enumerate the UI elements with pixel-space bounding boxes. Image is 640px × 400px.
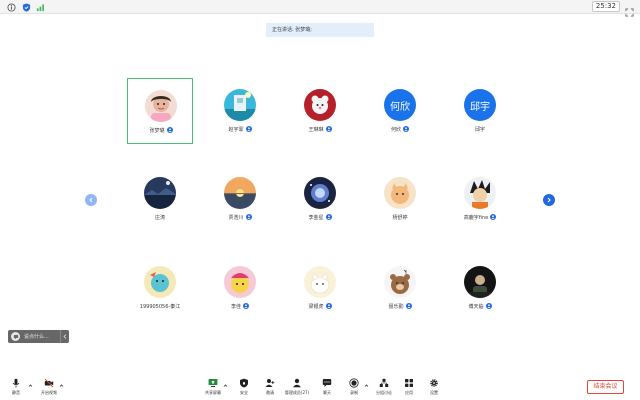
participants-icon	[293, 378, 301, 388]
avatar	[384, 177, 416, 209]
avatar	[224, 177, 256, 209]
participant-name: 张梦璐	[149, 127, 165, 134]
chat-button[interactable]: 聊天	[316, 378, 338, 396]
participant-tile[interactable]: 邱宇 邱宇	[447, 78, 513, 144]
next-page-button[interactable]	[543, 194, 555, 206]
screen-share-icon	[208, 379, 218, 387]
avatar: 邱宇	[464, 89, 496, 121]
host-badge-icon	[243, 303, 249, 309]
mute-button[interactable]: 静音	[5, 378, 27, 396]
participant-tile[interactable]: 张梦璐	[127, 78, 193, 144]
avatar	[304, 89, 336, 121]
participant-tile[interactable]: 梁银虎	[287, 255, 353, 321]
avatar	[464, 177, 496, 209]
participant-tile[interactable]: 庄涛	[127, 166, 193, 232]
participant-name: 贾浩川	[228, 214, 244, 221]
chevron-left-icon	[63, 334, 67, 339]
avatar	[304, 177, 336, 209]
chat-placeholder: 说点什么...	[24, 334, 49, 340]
video-off-icon	[44, 378, 54, 388]
record-icon	[349, 378, 359, 388]
apps-grid-icon	[405, 379, 413, 387]
end-meeting-button[interactable]: 结束会议	[587, 380, 624, 394]
participant-name: 高鹿宇fine	[463, 214, 489, 221]
participant-name: 聂乐勤	[388, 303, 404, 310]
share-screen-button[interactable]: 共享屏幕	[202, 378, 224, 396]
host-badge-icon	[403, 126, 409, 132]
host-badge-icon	[245, 214, 252, 220]
avatar	[464, 266, 496, 298]
participant-tile[interactable]: 赵宇霏	[207, 78, 273, 144]
avatar	[384, 266, 416, 298]
microphone-icon	[12, 378, 20, 388]
participant-tile[interactable]: 何欣 何欣	[367, 78, 433, 144]
breakout-rooms-button[interactable]: 分组讨论	[373, 378, 395, 396]
host-badge-icon	[485, 303, 492, 309]
participant-tile[interactable]: 李金星	[287, 166, 353, 232]
add-user-icon	[265, 379, 275, 387]
host-badge-icon	[405, 303, 412, 309]
avatar	[224, 89, 256, 121]
previous-page-button[interactable]	[85, 194, 97, 206]
invite-button[interactable]: 邀请	[259, 378, 281, 396]
avatar	[144, 177, 176, 209]
collapse-chat-button[interactable]	[60, 330, 69, 343]
manage-participants-button[interactable]: 管理成员(27)	[285, 378, 309, 396]
participant-name: 李佳	[230, 303, 241, 310]
avatar: 何欣	[384, 89, 416, 121]
participant-name: 杨舒婷	[392, 214, 408, 221]
chevron-up-icon[interactable]	[364, 383, 369, 388]
participant-name: 庄涛	[154, 214, 165, 221]
security-button[interactable]: 安全	[233, 378, 255, 396]
participant-tile[interactable]: 傅天临	[447, 255, 513, 321]
chat-quick-input[interactable]: 说点什么...	[8, 330, 69, 343]
record-button[interactable]: 录制	[343, 378, 365, 396]
participant-name: 邱宇	[474, 126, 485, 133]
host-badge-icon	[325, 214, 332, 220]
chevron-left-icon	[89, 197, 93, 203]
host-badge-icon	[166, 127, 173, 133]
chevron-up-icon[interactable]	[59, 383, 64, 388]
settings-button[interactable]: 设置	[423, 378, 445, 396]
chevron-up-icon[interactable]	[223, 383, 228, 388]
participant-tile[interactable]: 杨舒婷	[367, 166, 433, 232]
gear-icon	[430, 379, 438, 387]
avatar	[304, 266, 336, 298]
avatar	[224, 266, 256, 298]
host-badge-icon	[245, 126, 252, 132]
participant-tile[interactable]: 199905056-秦江	[127, 255, 193, 321]
chevron-right-icon	[547, 197, 551, 203]
participant-name: 梁银虎	[308, 303, 324, 310]
shield-icon	[240, 378, 248, 388]
avatar	[144, 266, 176, 298]
participant-name: 李金星	[308, 214, 324, 221]
host-badge-icon	[325, 126, 332, 132]
participant-tile[interactable]: 贾浩川	[207, 166, 273, 232]
participant-tile[interactable]: 王琳琳	[287, 78, 353, 144]
host-badge-icon	[325, 303, 332, 309]
participant-tile[interactable]: 李佳	[207, 255, 273, 321]
participant-name: 赵宇霏	[228, 126, 244, 133]
participant-name: 199905056-秦江	[139, 303, 181, 310]
avatar	[145, 90, 177, 122]
chat-bubble-icon	[11, 332, 20, 341]
start-video-button[interactable]: 开启视频	[38, 378, 60, 396]
chevron-up-icon[interactable]	[28, 383, 33, 388]
participant-tile[interactable]: 高鹿宇fine	[447, 166, 513, 232]
host-badge-icon	[490, 214, 497, 220]
participant-name: 王琳琳	[308, 126, 324, 133]
participant-name: 傅天临	[468, 303, 484, 310]
participant-name: 何欣	[390, 126, 401, 133]
apps-button[interactable]: 应用	[398, 378, 420, 396]
participant-tile[interactable]: 聂乐勤	[367, 255, 433, 321]
breakout-rooms-icon	[379, 378, 389, 387]
chat-icon	[322, 379, 332, 387]
